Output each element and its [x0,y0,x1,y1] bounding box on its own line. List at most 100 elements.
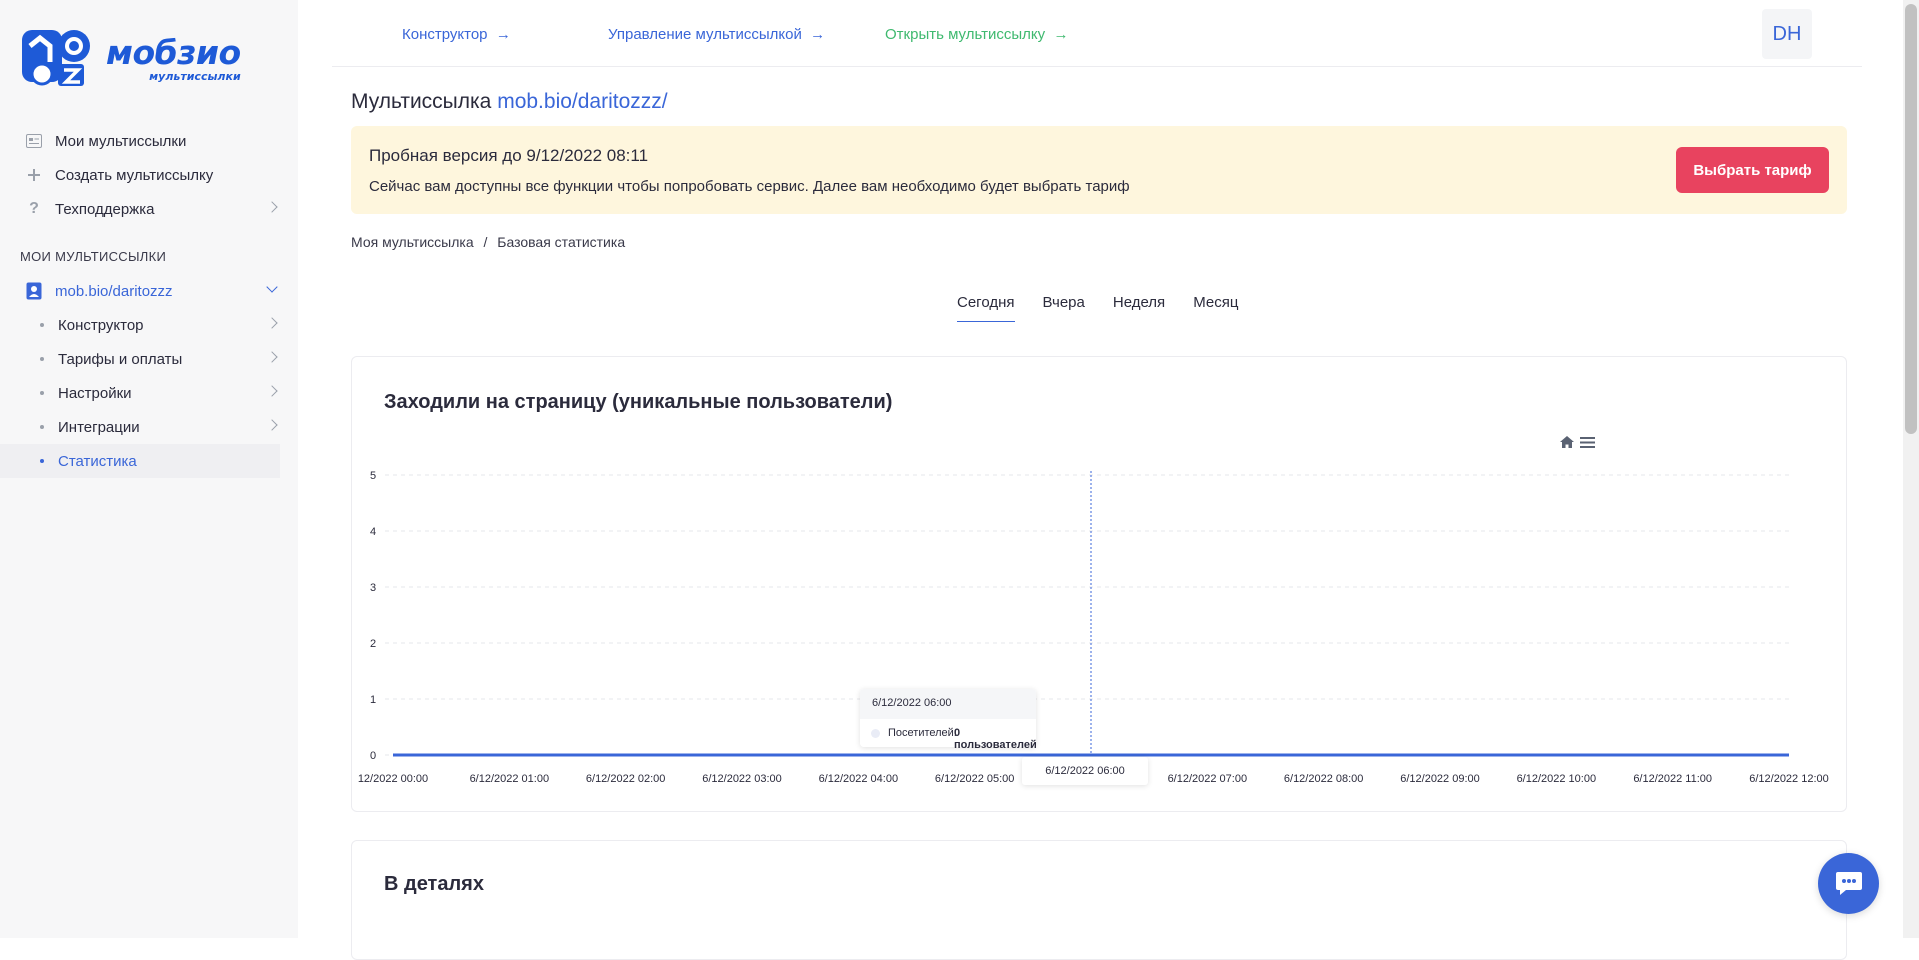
bullet-icon [40,323,44,327]
bullet-icon [40,391,44,395]
chevron-down-icon [266,281,277,292]
chevron-right-icon [266,201,277,212]
chevron-right-icon [266,317,277,328]
sidebar-item-integrations[interactable]: Интеграции [0,410,298,444]
tooltip-series-label: Посетителей: [888,727,957,739]
x-tick-label: 6/12/2022 01:00 [470,773,550,785]
chevron-right-icon [266,385,277,396]
trial-title: Пробная версия до 9/12/2022 08:11 [369,146,648,166]
page-title: Мультиссылка mob.bio/daritozzz/ [351,90,668,114]
x-tick-label: 6/12/2022 03:00 [702,773,782,785]
nav-constructor-link[interactable]: Конструктор → [402,26,511,43]
page-title-link[interactable]: mob.bio/daritozzz/ [497,90,667,113]
sidebar-item-settings[interactable]: Настройки [0,376,298,410]
logo-mark-icon [20,26,94,92]
sidebar-item-my-links[interactable]: Мои мультиссылки [0,124,298,158]
chat-button[interactable] [1818,853,1879,914]
sidebar-item-label: Техподдержка [55,201,154,218]
page-title-prefix: Мультиссылка [351,90,491,113]
trial-description: Сейчас вам доступны все функции чтобы по… [369,178,1130,195]
top-navigation: Конструктор → Управление мультиссылкой →… [332,0,1862,67]
sub-item-label: Конструктор [58,317,144,334]
x-tick-label: 6/12/2022 04:00 [819,773,899,785]
scrollbar-thumb[interactable] [1905,4,1917,434]
x-tick-label: 12/2022 00:00 [358,773,428,785]
profile-card-icon [26,282,42,300]
chart-y-ticks: 0 1 2 3 4 5 [370,470,376,762]
page-scrollbar[interactable] [1903,0,1919,938]
x-axis-highlight-label: 6/12/2022 06:00 [1022,757,1148,785]
sidebar: мобзио мультиссылки Мои мультиссылки Соз… [0,0,298,938]
home-icon[interactable] [1560,436,1574,448]
avatar[interactable]: DH [1762,9,1812,59]
breadcrumb-root[interactable]: Моя мультиссылка [351,234,474,250]
x-tick-label: 6/12/2022 07:00 [1168,773,1248,785]
sidebar-item-constructor[interactable]: Конструктор [0,308,298,342]
tooltip-time: 6/12/2022 06:00 [872,697,952,709]
section-title: МОИ МУЛЬТИССЫЛКИ [20,249,166,264]
bullet-icon [40,459,44,463]
x-tick-label: 6/12/2022 09:00 [1400,773,1480,785]
question-icon: ? [26,201,42,217]
logo-name: мобзио [106,36,241,70]
breadcrumb-separator: / [484,234,488,250]
period-tabs: Сегодня Вчера Неделя Месяц [957,294,1266,322]
y-tick-label: 4 [370,526,376,538]
sub-item-label: Настройки [58,385,132,402]
visitors-chart-card: Заходили на страницу (уникальные пользов… [351,356,1847,812]
chart-toolbar [1560,436,1595,448]
arrow-right-icon: → [1049,26,1068,43]
sidebar-item-tariffs[interactable]: Тарифы и оплаты [0,342,298,376]
y-tick-label: 1 [370,694,376,706]
details-card: В деталях [351,840,1847,960]
choose-tariff-button[interactable]: Выбрать тариф [1676,147,1829,193]
tooltip-marker-icon [871,729,880,738]
chevron-right-icon [266,351,277,362]
link-submenu: mob.bio/daritozzz Конструктор Тарифы и о… [0,274,298,478]
sidebar-item-label: Мои мультиссылки [55,133,186,150]
logo-subtitle: мультиссылки [149,70,240,83]
sub-item-label: Тарифы и оплаты [58,351,182,368]
y-tick-label: 2 [370,638,376,650]
tooltip-value: 0 пользователей [954,727,1037,751]
tab-today[interactable]: Сегодня [957,294,1015,322]
list-icon [26,133,42,149]
sidebar-item-statistics[interactable]: Статистика [0,444,280,478]
sidebar-menu: Мои мультиссылки Создать мультиссылку ? … [0,124,298,226]
chart-grid [385,475,1789,755]
nav-manage-label: Управление мультиссылкой [608,26,802,43]
bullet-icon [40,425,44,429]
chat-bubble-icon [1834,870,1864,898]
nav-open-label: Открыть мультиссылку [885,26,1045,43]
logo[interactable]: мобзио мультиссылки [20,26,241,92]
nav-manage-link[interactable]: Управление мультиссылкой → [608,26,825,43]
y-tick-label: 5 [370,470,376,482]
y-tick-label: 3 [370,582,376,594]
x-tick-label: 6/12/2022 12:00 [1749,773,1829,785]
visitors-chart: 0 1 2 3 4 5 12/2022 00:00 6/12/2022 01:00 6/12/… [352,357,1848,813]
x-tick-label: 6/12/2022 02:00 [586,773,666,785]
sidebar-item-support[interactable]: ? Техподдержка [0,192,298,226]
tab-week[interactable]: Неделя [1113,294,1165,322]
sub-item-label: Интеграции [58,419,140,436]
nav-constructor-label: Конструктор [402,26,488,43]
details-title: В деталях [384,873,484,896]
tab-yesterday[interactable]: Вчера [1043,294,1085,322]
menu-icon[interactable] [1580,437,1595,448]
chart-tooltip: 6/12/2022 06:00 Посетителей: 0 пользоват… [860,689,1036,747]
arrow-right-icon: → [492,26,511,43]
tab-month[interactable]: Месяц [1193,294,1238,322]
bullet-icon [40,357,44,361]
sub-item-label: Статистика [58,453,137,470]
x-tick-label: 6/12/2022 08:00 [1284,773,1364,785]
plus-icon [26,167,42,183]
x-tick-label: 6/12/2022 05:00 [935,773,1015,785]
sidebar-item-current-link[interactable]: mob.bio/daritozzz [0,274,298,308]
trial-banner: Пробная версия до 9/12/2022 08:11 Сейчас… [351,126,1847,214]
nav-open-link[interactable]: Открыть мультиссылку → [885,26,1068,43]
breadcrumb: Моя мультиссылка / Базовая статистика [351,234,625,250]
y-tick-label: 0 [370,750,376,762]
sidebar-item-create-link[interactable]: Создать мультиссылку [0,158,298,192]
x-axis-highlight-text: 6/12/2022 06:00 [1045,765,1125,777]
chevron-right-icon [266,419,277,430]
